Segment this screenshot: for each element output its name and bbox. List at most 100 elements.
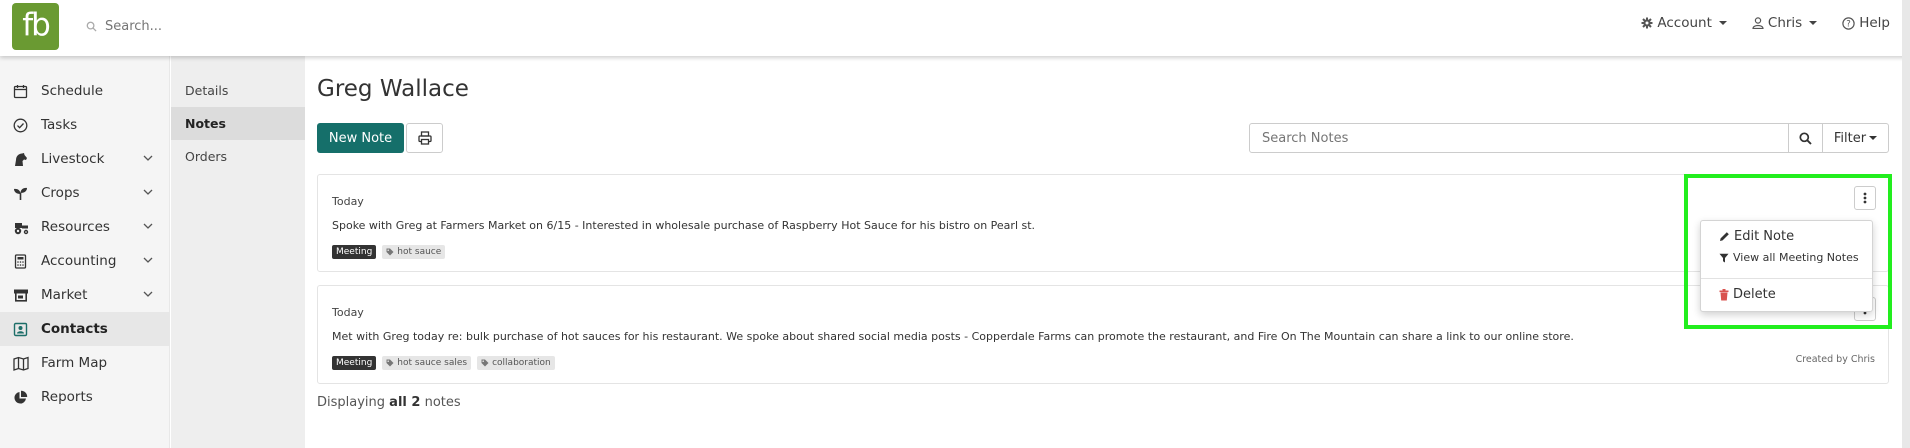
account-menu[interactable]: Account	[1641, 15, 1727, 31]
summary-count: all 2	[389, 395, 421, 410]
pencil-icon	[1719, 231, 1730, 242]
store-icon	[13, 288, 28, 303]
note-tag[interactable]: hot sauce sales	[382, 356, 472, 370]
note-tags: Meeting hot sauce	[332, 245, 446, 259]
tag-icon	[386, 248, 394, 256]
print-button[interactable]	[406, 123, 443, 153]
search-icon	[86, 21, 97, 32]
gear-icon	[1641, 17, 1653, 29]
sidebar-item-label: Contacts	[41, 321, 108, 337]
sidebar-item-label: Farm Map	[41, 355, 108, 371]
notes-count-summary: Displaying all 2 notes	[317, 395, 461, 410]
top-navbar: fb Account Chris ? Help	[0, 0, 1910, 56]
sidebar-item-label: Schedule	[41, 83, 104, 99]
note-type-badge: Meeting	[332, 245, 377, 259]
contact-subnav: Details Notes Orders	[171, 56, 305, 448]
sidebar-item-accounting[interactable]: Accounting	[0, 244, 170, 278]
chevron-down-icon	[1718, 21, 1727, 25]
chevron-down-icon	[143, 257, 153, 264]
sidebar-item-schedule[interactable]: Schedule	[0, 74, 170, 108]
note-date: Today	[332, 195, 364, 208]
user-menu[interactable]: Chris	[1752, 15, 1818, 31]
search-notes-input[interactable]	[1249, 123, 1789, 153]
sidebar-item-label: Crops	[41, 185, 80, 201]
note-created-by: Created by Chris	[1795, 354, 1875, 365]
sidebar-item-reports[interactable]: Reports	[0, 380, 170, 414]
user-label: Chris	[1767, 15, 1803, 31]
view-all-label: View all Meeting Notes	[1733, 251, 1859, 264]
subnav-item-notes[interactable]: Notes	[171, 107, 305, 140]
page-title: Greg Wallace	[317, 76, 469, 102]
help-label: Help	[1859, 15, 1890, 31]
help-link[interactable]: ? Help	[1842, 15, 1890, 31]
question-circle-icon: ?	[1842, 16, 1855, 30]
note-tag[interactable]: collaboration	[477, 356, 555, 370]
note-type-badge: Meeting	[332, 356, 377, 370]
summary-suffix: notes	[424, 395, 461, 410]
svg-text:?: ?	[1846, 19, 1851, 29]
sidebar-item-resources[interactable]: Resources	[0, 210, 170, 244]
note-tags: Meeting hot sauce sales collaboration	[332, 356, 555, 370]
subnav-item-orders[interactable]: Orders	[171, 140, 305, 173]
note-actions-button[interactable]	[1854, 186, 1876, 210]
page-scrollbar[interactable]	[1902, 0, 1910, 448]
chevron-down-icon	[143, 291, 153, 298]
sidebar-item-label: Resources	[41, 219, 110, 235]
sidebar-item-livestock[interactable]: Livestock	[0, 142, 170, 176]
check-circle-icon	[13, 118, 28, 133]
calculator-icon	[13, 253, 28, 269]
tag-label: collaboration	[492, 358, 551, 368]
sidebar-item-label: Tasks	[41, 117, 78, 133]
contact-card-icon	[13, 322, 28, 337]
print-icon	[417, 131, 432, 145]
sidebar: Schedule Tasks Livestock Crops Resources…	[0, 56, 170, 448]
note-text: Spoke with Greg at Farmers Market on 6/1…	[332, 219, 1036, 232]
chevron-down-icon	[143, 155, 153, 162]
note-card: Today Met with Greg today re: bulk purch…	[317, 285, 1889, 384]
note-card: Today Spoke with Greg at Farmers Market …	[317, 174, 1889, 272]
chevron-down-icon	[143, 189, 153, 196]
calendar-icon	[13, 84, 28, 99]
ellipsis-vertical-icon	[1863, 192, 1867, 204]
sidebar-item-farm-map[interactable]: Farm Map	[0, 346, 170, 380]
map-icon	[13, 356, 29, 371]
delete-note-menu-item[interactable]: Delete	[1719, 287, 1776, 302]
horse-icon	[13, 152, 28, 167]
edit-note-menu-item[interactable]: Edit Note	[1719, 229, 1794, 244]
sidebar-item-tasks[interactable]: Tasks	[0, 108, 170, 142]
global-search[interactable]	[86, 15, 305, 37]
sidebar-item-label: Livestock	[41, 151, 105, 167]
view-all-meeting-notes-menu-item[interactable]: View all Meeting Notes	[1719, 251, 1859, 264]
sidebar-item-crops[interactable]: Crops	[0, 176, 170, 210]
user-icon	[1752, 17, 1764, 29]
summary-prefix: Displaying	[317, 395, 386, 410]
delete-label: Delete	[1733, 287, 1776, 302]
tag-label: hot sauce	[397, 247, 442, 257]
tractor-icon	[13, 220, 29, 235]
filter-button[interactable]: Filter	[1822, 123, 1889, 153]
app-logo[interactable]: fb	[12, 3, 59, 50]
filter-label: Filter	[1833, 130, 1867, 146]
note-actions-menu: Edit Note View all Meeting Notes Delete	[1700, 220, 1873, 312]
sidebar-item-label: Market	[41, 287, 88, 303]
global-search-input[interactable]	[105, 18, 305, 34]
new-note-button[interactable]: New Note	[317, 123, 404, 153]
sidebar-item-label: Reports	[41, 389, 93, 405]
sidebar-item-market[interactable]: Market	[0, 278, 170, 312]
note-date: Today	[332, 306, 364, 319]
trash-icon	[1719, 288, 1729, 301]
tag-label: hot sauce sales	[397, 358, 468, 368]
search-icon	[1799, 131, 1812, 145]
sidebar-item-contacts[interactable]: Contacts	[0, 312, 170, 346]
note-text: Met with Greg today re: bulk purchase of…	[332, 330, 1574, 343]
search-notes-button[interactable]	[1788, 123, 1823, 153]
subnav-item-details[interactable]: Details	[171, 74, 305, 107]
note-tag[interactable]: hot sauce	[382, 245, 446, 259]
pie-chart-icon	[13, 390, 28, 405]
chevron-down-icon	[143, 223, 153, 230]
tag-icon	[481, 359, 489, 367]
tag-icon	[386, 359, 394, 367]
edit-note-label: Edit Note	[1734, 229, 1795, 244]
chevron-down-icon	[1869, 136, 1878, 140]
menu-divider	[1701, 278, 1872, 279]
